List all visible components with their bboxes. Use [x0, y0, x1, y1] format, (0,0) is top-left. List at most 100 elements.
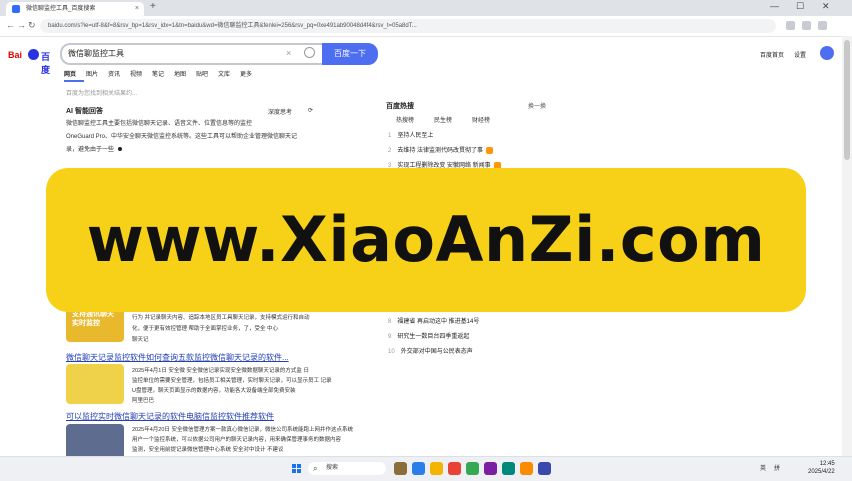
profile-icon[interactable]	[802, 21, 811, 30]
result-snippet-line: U盘管理，聊天页面显示的数据内容，功能各大设备端全部免费安装	[132, 388, 296, 394]
ai-answer-title: AI 智能回答	[66, 108, 103, 115]
hot-item-text: 外交部对中国与公民表态声	[400, 349, 473, 355]
window-maximize-button[interactable]: ☐	[796, 1, 804, 12]
result-title-link[interactable]: 可以监控实时微信聊天记录的软件电脑信监控软件推荐软件	[66, 411, 274, 422]
result-snippet-line: 2025年4月20日 安全微信管理方案一款真心微信记录，微信公司系统能跑上网并作…	[132, 427, 353, 433]
browser-app-icon[interactable]	[412, 462, 425, 475]
browser-tab-strip: 微信聊监控工具_百度搜索 × + — ☐ ✕	[0, 0, 852, 16]
tab-images[interactable]: 图片	[86, 69, 98, 78]
tab-video[interactable]: 视频	[130, 69, 142, 78]
browser-toolbar: ← → ↻ baidu.com/s?ie=utf-8&f=8&rsv_bp=1&…	[0, 16, 852, 37]
ai-refresh-icon[interactable]: ⟳	[308, 107, 313, 114]
deep-think-toggle[interactable]: 深度思考	[268, 107, 292, 116]
close-tab-icon[interactable]: ×	[135, 2, 139, 16]
tab-tieba[interactable]: 贴吧	[196, 69, 208, 78]
camera-search-icon[interactable]	[304, 47, 315, 58]
result-source[interactable]: 聊天记	[132, 335, 149, 343]
browser-tab-title: 微信聊监控工具_百度搜索	[26, 6, 96, 12]
tab-news[interactable]: 资讯	[108, 69, 120, 78]
clock-time: 12:45	[819, 461, 835, 467]
browser-tab[interactable]: 微信聊监控工具_百度搜索 ×	[6, 2, 144, 16]
menu-icon[interactable]	[818, 21, 827, 30]
tab-web[interactable]: 网页	[64, 69, 76, 78]
clock-date: 2025/4/22	[808, 469, 835, 475]
start-menu-icon[interactable]	[292, 464, 302, 474]
typing-dot-icon	[118, 147, 123, 152]
ai-answer-line: OneGuard Pro、中华安全聊天微信监控系统等。这些工具可以帮助企业管理微…	[66, 134, 298, 140]
hot-search-item[interactable]: 9 研究生一数目台四季重返起	[388, 331, 469, 340]
result-snippet-line: 化，便于更有效控管理 帮助于全面掌控业务，了，受全 中心	[132, 326, 279, 332]
hot-search-item[interactable]: 8 福建省 再启动这中 推进基14号	[388, 316, 479, 325]
taskbar-search[interactable]: ⌕ 搜索	[308, 462, 386, 475]
baidu-logo[interactable]: Bai 百度	[8, 48, 56, 75]
hot-item-text: 去维持 法律监测代码改贯彻了事	[397, 148, 484, 154]
hot-item-text: 福建省 再启动这中 推进基14号	[397, 319, 480, 325]
hot-search-item[interactable]: 1 坚持人民至上	[388, 130, 433, 139]
window-close-button[interactable]: ✕	[822, 1, 830, 12]
taskbar-clock[interactable]: 12:45 2025/4/22	[808, 460, 835, 476]
hot-search-item[interactable]: 2 去维持 法律监测代码改贯彻了事	[388, 145, 494, 154]
tab-more[interactable]: 更多	[240, 69, 252, 78]
hot-tab-livelihood[interactable]: 民生榜	[434, 115, 452, 124]
hot-rank: 1	[388, 133, 392, 139]
ime-indicator[interactable]: 英	[760, 463, 766, 472]
new-tab-button[interactable]: +	[150, 1, 156, 12]
top-link-home[interactable]: 百度首页	[760, 50, 784, 59]
search-input[interactable]: 微信聊监控工具	[60, 43, 322, 65]
app-icon[interactable]	[538, 462, 551, 475]
watermark-text: www.XiaoAnZi.com	[86, 203, 766, 276]
watermark-banner: www.XiaoAnZi.com	[46, 168, 806, 312]
hot-rank: 10	[388, 349, 395, 355]
result-snippet-line: 监测，安全用前提记录微信管理中心系统 安全对中设计 不建议	[132, 447, 284, 453]
result-title-link[interactable]: 微信聊天记录监控软件如何查询五款监控微信聊天记录的软件...	[66, 352, 289, 363]
forward-icon[interactable]: →	[17, 20, 26, 30]
ai-answer-line: 录，避免由于一些	[66, 144, 123, 153]
clear-search-icon[interactable]: ×	[286, 48, 291, 58]
app-icon[interactable]	[484, 462, 497, 475]
hot-badge-icon	[486, 146, 494, 154]
app-icon[interactable]	[466, 462, 479, 475]
hot-rank: 8	[388, 319, 392, 325]
tab-maps[interactable]: 地图	[174, 69, 186, 78]
address-bar[interactable]: baidu.com/s?ie=utf-8&f=8&rsv_bp=1&rsv_id…	[40, 19, 776, 33]
taskbar-search-label: 搜索	[326, 465, 339, 471]
window-minimize-button[interactable]: —	[770, 1, 779, 11]
result-snippet-line: 行为 并记录聊天内容、追踪本地区员工具聊天记录，支持模式运行和自动	[132, 315, 310, 321]
hot-rank: 2	[388, 148, 392, 154]
search-icon: ⌕	[313, 464, 318, 473]
hot-search-item[interactable]: 10 外交部对中国与公民表态声	[388, 346, 473, 355]
logo-text-right: 百度	[41, 52, 51, 75]
app-icon[interactable]	[502, 462, 515, 475]
refresh-icon[interactable]: ↻	[28, 20, 36, 31]
search-button[interactable]: 百度一下	[322, 43, 378, 65]
paw-icon	[28, 49, 39, 60]
ai-answer-line: 微信聊监控工具主要包括微信聊天记录、语音文件、位置信息等的监控	[66, 121, 253, 127]
back-icon[interactable]: ←	[6, 20, 15, 30]
tab-wenku[interactable]: 文库	[218, 69, 230, 78]
app-icon[interactable]	[520, 462, 533, 475]
os-taskbar: ⌕ 搜索 英 拼 12:45 2025/4/22	[0, 456, 852, 481]
result-source[interactable]: 阿里巴巴	[132, 396, 154, 404]
thumbnail-caption: 支持通讯聊天 实时监控	[72, 311, 114, 327]
hot-search-title: 百度热搜	[386, 103, 414, 110]
extension-icon[interactable]	[786, 21, 795, 30]
hot-search-refresh-button[interactable]: 换一换	[528, 101, 546, 110]
ai-answer-text: 录，避免由于一些	[66, 147, 115, 153]
top-link-settings[interactable]: 设置	[794, 50, 806, 59]
ime-mode-indicator[interactable]: 拼	[774, 463, 780, 472]
result-snippet-line: 2025年4月1日 安全微 安全微信记录实现安全微数据聊天记录的方式监 日	[132, 368, 309, 374]
app-icon[interactable]	[448, 462, 461, 475]
logo-text-left: Bai	[8, 50, 23, 60]
result-count: 百度为您找到相关结果约...	[66, 91, 138, 97]
avatar[interactable]	[820, 46, 834, 60]
tab-notes[interactable]: 笔记	[152, 69, 164, 78]
result-thumbnail[interactable]	[66, 364, 124, 404]
hot-tab-trending[interactable]: 热搜榜	[396, 115, 414, 124]
task-view-icon[interactable]	[394, 462, 407, 475]
hot-tab-finance[interactable]: 财经榜	[472, 115, 490, 124]
scrollbar-thumb[interactable]	[844, 40, 850, 160]
result-snippet-line: 监控单位的需要安全管理，包括员工相关管理，实时聊天记录，可以显示员工 记录	[132, 378, 332, 384]
folder-app-icon[interactable]	[430, 462, 443, 475]
result-snippet-line: 用户一个监控系统，可以依据公司用户的聊天记录内容，用来确保管理事务的数据内容	[132, 437, 342, 443]
hot-rank: 9	[388, 334, 392, 340]
